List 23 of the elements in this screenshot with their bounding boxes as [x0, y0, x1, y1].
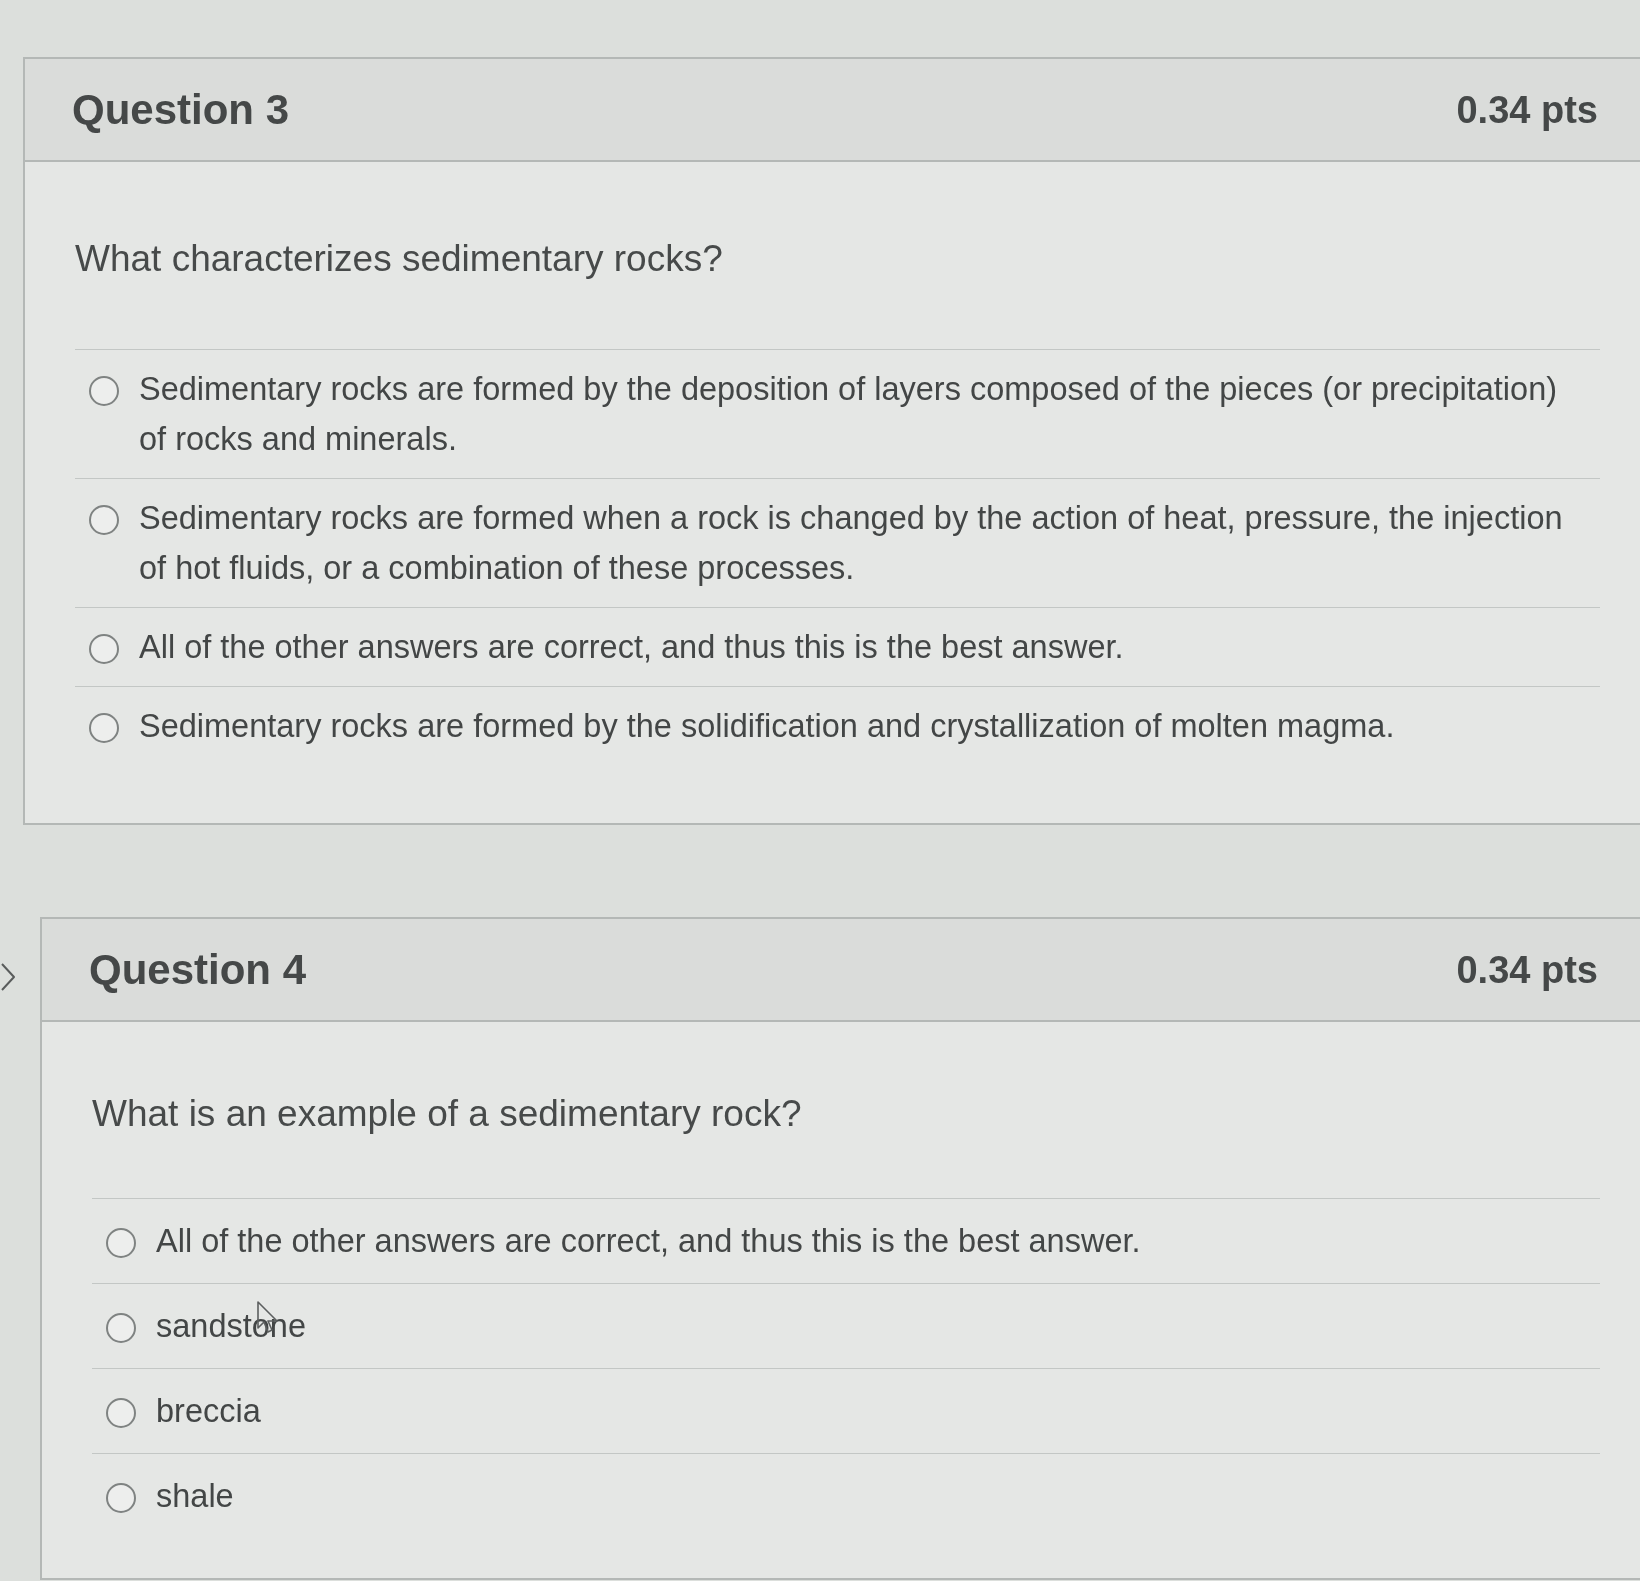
question-title: Question 3: [72, 84, 290, 135]
radio-button[interactable]: [106, 1398, 136, 1428]
radio-button[interactable]: [106, 1483, 136, 1513]
radio-button[interactable]: [89, 634, 119, 664]
answer-label[interactable]: Sedimentary rocks are formed when a rock is changed by the action of heat, pressure, the injection of hot fluids, or a combination of these processes.: [139, 493, 1589, 593]
points-label: 0.34 pts: [1456, 947, 1598, 993]
question-text: What is an example of a sedimentary rock?: [92, 1092, 803, 1136]
answer-label[interactable]: sandstone: [156, 1301, 306, 1351]
points-label: 0.34 pts: [1456, 87, 1598, 133]
answer-label[interactable]: Sedimentary rocks are formed by the deposition of layers composed of the pieces (or precipitation) of rocks and minerals.: [139, 364, 1589, 464]
radio-button[interactable]: [106, 1228, 136, 1258]
answer-label[interactable]: breccia: [156, 1386, 261, 1436]
answer-label[interactable]: All of the other answers are correct, and thus this is the best answer.: [139, 622, 1124, 672]
radio-button[interactable]: [89, 505, 119, 535]
radio-button[interactable]: [89, 713, 119, 743]
question-text: What characterizes sedimentary rocks?: [75, 237, 724, 281]
answer-label[interactable]: shale: [156, 1471, 234, 1521]
answer-label[interactable]: Sedimentary rocks are formed by the solidification and crystallization of molten magma.: [139, 701, 1395, 751]
question-title: Question 4: [89, 944, 307, 995]
radio-button[interactable]: [106, 1313, 136, 1343]
radio-button[interactable]: [89, 376, 119, 406]
chevron-right-icon[interactable]: [0, 962, 16, 992]
answer-label[interactable]: All of the other answers are correct, and thus this is the best answer.: [156, 1216, 1141, 1266]
